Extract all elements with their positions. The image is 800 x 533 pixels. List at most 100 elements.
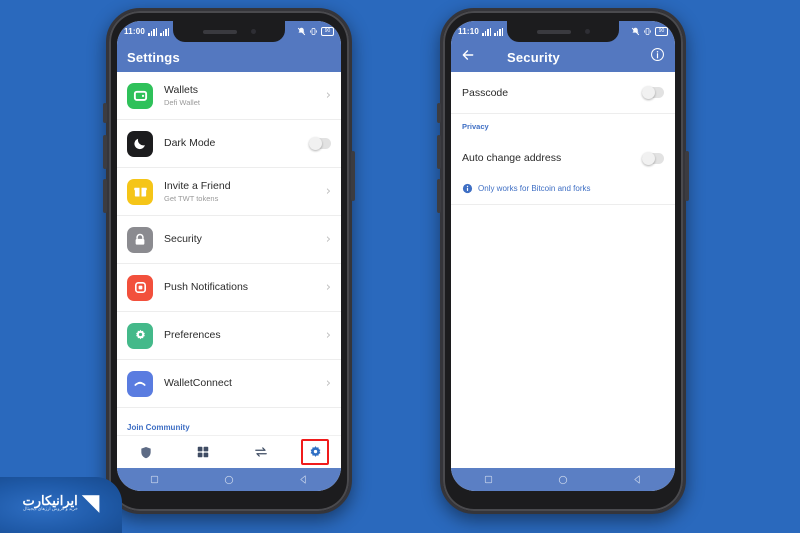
status-time: 11:10 xyxy=(458,27,480,36)
status-bar-right-cluster: 90 xyxy=(631,27,668,36)
info-circle-filled-icon xyxy=(462,183,473,194)
app-bar-security: Security xyxy=(451,42,675,72)
chevron-right-icon: › xyxy=(325,88,331,103)
power-button[interactable] xyxy=(685,151,689,201)
gift-icon xyxy=(127,178,153,205)
passcode-toggle[interactable] xyxy=(642,86,664,99)
screenshot-canvas: 11:00 90 Settings Wallets Defi Wallet › … xyxy=(0,0,800,533)
phone-device-right: 11:10 90 Security Passcode Privacy Auto … xyxy=(437,8,689,514)
status-bar-right: 11:10 90 xyxy=(451,21,675,42)
lock-icon xyxy=(127,226,153,253)
auto-change-address-toggle[interactable] xyxy=(642,151,664,165)
list-item-title: WalletConnect xyxy=(164,377,232,389)
bottom-tab-bar xyxy=(117,435,341,468)
front-camera xyxy=(584,29,590,34)
list-item-text: Security xyxy=(164,233,326,246)
gear-icon xyxy=(310,445,321,457)
grid-icon xyxy=(198,446,209,458)
list-item-dark-mode[interactable]: Dark Mode xyxy=(117,120,341,168)
list-item-preferences[interactable]: Preferences › xyxy=(117,312,341,360)
list-item-text: WalletConnect xyxy=(164,377,326,390)
list-item-title: Invite a Friend xyxy=(164,179,231,192)
watermark-badge: ایرانیکارت خرید و فروش ارزهای دیجیتال ◥ xyxy=(0,477,122,533)
list-item-text: Dark Mode xyxy=(164,137,309,150)
tab-apps[interactable] xyxy=(186,439,220,465)
list-item-walletconnect[interactable]: WalletConnect › xyxy=(117,360,341,408)
list-item-text: Invite a Friend Get TWT tokens xyxy=(164,180,326,204)
walletconnect-icon xyxy=(127,370,153,397)
list-item-invite-a-friend[interactable]: Invite a Friend Get TWT tokens › xyxy=(117,168,341,216)
home-button[interactable] xyxy=(557,474,569,486)
list-item-security[interactable]: Security › xyxy=(117,216,341,264)
join-community-section[interactable]: Join Community xyxy=(117,408,341,435)
status-bar-right-cluster: 90 xyxy=(297,27,334,36)
volume-down-button[interactable] xyxy=(103,179,107,213)
signal-bars-secondary-icon xyxy=(494,27,504,36)
status-bar-left: 11:00 90 xyxy=(117,21,341,42)
app-bar-settings: Settings xyxy=(117,42,341,72)
moon-icon xyxy=(127,130,153,157)
back-button[interactable] xyxy=(298,474,309,485)
back-triangle-icon xyxy=(634,475,641,484)
back-arrow-button[interactable] xyxy=(461,48,475,67)
list-item-title: Dark Mode xyxy=(164,137,216,149)
mute-switch[interactable] xyxy=(103,103,107,123)
privacy-note: Only works for Bitcoin and forks xyxy=(451,179,675,205)
list-item-auto-change-address[interactable]: Auto change address xyxy=(451,137,675,179)
device-notch xyxy=(173,21,285,42)
dark-mode-toggle[interactable] xyxy=(309,137,331,150)
home-button[interactable] xyxy=(223,474,235,486)
list-item-passcode[interactable]: Passcode xyxy=(451,72,675,114)
square-icon xyxy=(484,475,492,484)
tab-swap[interactable] xyxy=(244,439,278,465)
device-notch xyxy=(507,21,619,42)
list-item-text: Push Notifications xyxy=(164,281,326,294)
privacy-note-text: Only works for Bitcoin and forks xyxy=(478,184,591,193)
list-item-push-notifications[interactable]: Push Notifications › xyxy=(117,264,341,312)
status-time: 11:00 xyxy=(124,27,146,36)
list-item-title: Security xyxy=(164,233,202,245)
swap-icon xyxy=(254,447,267,457)
recents-button[interactable] xyxy=(483,474,494,485)
android-nav-bar xyxy=(117,468,341,491)
power-button[interactable] xyxy=(351,151,355,201)
list-item-subtitle: Defi Wallet xyxy=(164,97,200,107)
settings-list: Wallets Defi Wallet › Dark Mode Invite a… xyxy=(117,72,341,435)
list-item-title: Preferences xyxy=(164,329,221,341)
list-item-wallets[interactable]: Wallets Defi Wallet › xyxy=(117,72,341,120)
phone-device-left: 11:00 90 Settings Wallets Defi Wallet › … xyxy=(103,8,355,514)
status-bar-left-cluster: 11:00 xyxy=(124,27,170,36)
list-item-text: Preferences xyxy=(164,329,326,342)
page-title: Settings xyxy=(127,49,180,65)
info-button[interactable] xyxy=(650,47,665,67)
signal-bars-secondary-icon xyxy=(160,27,170,36)
volume-up-button[interactable] xyxy=(437,135,441,169)
chevron-right-icon: › xyxy=(325,280,331,295)
list-item-title: Wallets xyxy=(164,83,199,96)
shield-icon xyxy=(141,446,151,458)
arrow-left-icon xyxy=(462,49,474,60)
chevron-right-icon: › xyxy=(325,184,331,199)
info-circle-icon xyxy=(651,48,664,61)
chevron-right-icon: › xyxy=(325,232,331,247)
tab-shield[interactable] xyxy=(129,439,163,465)
list-item-text: Wallets Defi Wallet xyxy=(164,84,326,108)
volume-up-button[interactable] xyxy=(103,135,107,169)
battery-indicator: 90 xyxy=(321,27,334,36)
tab-settings[interactable] xyxy=(301,439,330,465)
signal-bars-icon xyxy=(148,27,158,36)
battery-indicator: 90 xyxy=(655,27,668,36)
front-camera xyxy=(250,29,256,34)
iranicart-logo-icon: ◥ xyxy=(81,489,100,516)
screen-security: 11:10 90 Security Passcode Privacy Auto … xyxy=(451,21,675,491)
back-button[interactable] xyxy=(632,474,643,485)
mute-switch[interactable] xyxy=(437,103,441,123)
volume-down-button[interactable] xyxy=(437,179,441,213)
chevron-right-icon: › xyxy=(325,376,331,391)
list-item-subtitle: Get TWT tokens xyxy=(164,193,219,203)
bell-off-icon xyxy=(297,27,306,36)
join-community-link[interactable]: Join Community xyxy=(127,423,190,432)
recents-button[interactable] xyxy=(149,474,160,485)
chevron-right-icon: › xyxy=(325,328,331,343)
circle-icon xyxy=(558,475,568,484)
